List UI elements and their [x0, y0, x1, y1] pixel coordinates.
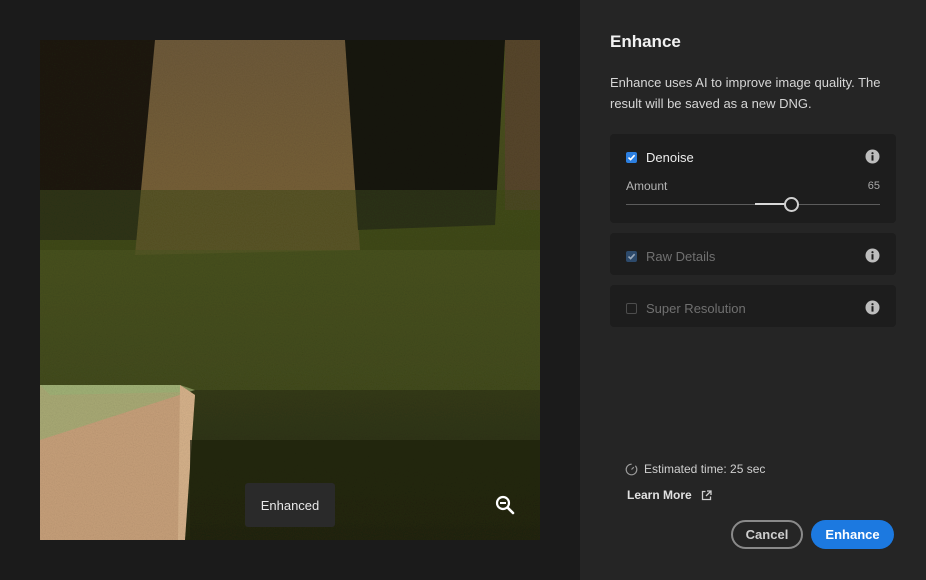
amount-slider[interactable]: [626, 196, 880, 214]
learn-more-link[interactable]: Learn More: [627, 488, 712, 502]
zoom-out-icon: [495, 495, 515, 515]
enhanced-label: Enhanced: [245, 483, 335, 527]
super-resolution-card: Super Resolution: [610, 285, 896, 327]
slider-track: [626, 204, 880, 205]
info-icon[interactable]: [865, 300, 880, 315]
enhance-panel: Enhance Enhance uses AI to improve image…: [580, 0, 926, 580]
denoise-label: Denoise: [646, 149, 694, 165]
panel-description: Enhance uses AI to improve image quality…: [610, 75, 881, 111]
check-icon: [627, 253, 636, 260]
external-link-icon: [701, 489, 712, 500]
estimated-time: Estimated time: 25 sec: [625, 462, 765, 476]
info-icon[interactable]: [865, 248, 880, 263]
raw-details-label: Raw Details: [646, 248, 716, 264]
preview-pane: Enhanced: [0, 0, 580, 580]
check-icon: [627, 154, 636, 161]
super-resolution-option[interactable]: Super Resolution: [626, 300, 746, 316]
super-resolution-checkbox[interactable]: [626, 302, 637, 314]
denoise-option[interactable]: Denoise: [626, 149, 694, 165]
slider-thumb[interactable]: [784, 197, 799, 212]
super-resolution-label: Super Resolution: [646, 300, 746, 316]
estimated-time-text: Estimated time: 25 sec: [644, 462, 766, 476]
timer-icon: [625, 463, 638, 475]
raw-details-card: Raw Details: [610, 233, 896, 275]
zoom-button[interactable]: [492, 492, 518, 518]
panel-title: Enhance: [610, 32, 681, 51]
denoise-card: Denoise Amount 65: [610, 134, 896, 223]
learn-more-label: Learn More: [627, 488, 692, 502]
image-preview[interactable]: [40, 40, 540, 540]
amount-value[interactable]: 65: [868, 180, 880, 192]
denoise-checkbox[interactable]: [626, 151, 637, 163]
preview-image: [40, 40, 540, 540]
amount-label: Amount: [626, 179, 668, 193]
cancel-button[interactable]: Cancel: [731, 520, 803, 549]
raw-details-option[interactable]: Raw Details: [626, 248, 716, 264]
info-icon[interactable]: [865, 149, 880, 164]
enhance-button[interactable]: Enhance: [811, 520, 894, 549]
raw-details-checkbox[interactable]: [626, 250, 637, 262]
